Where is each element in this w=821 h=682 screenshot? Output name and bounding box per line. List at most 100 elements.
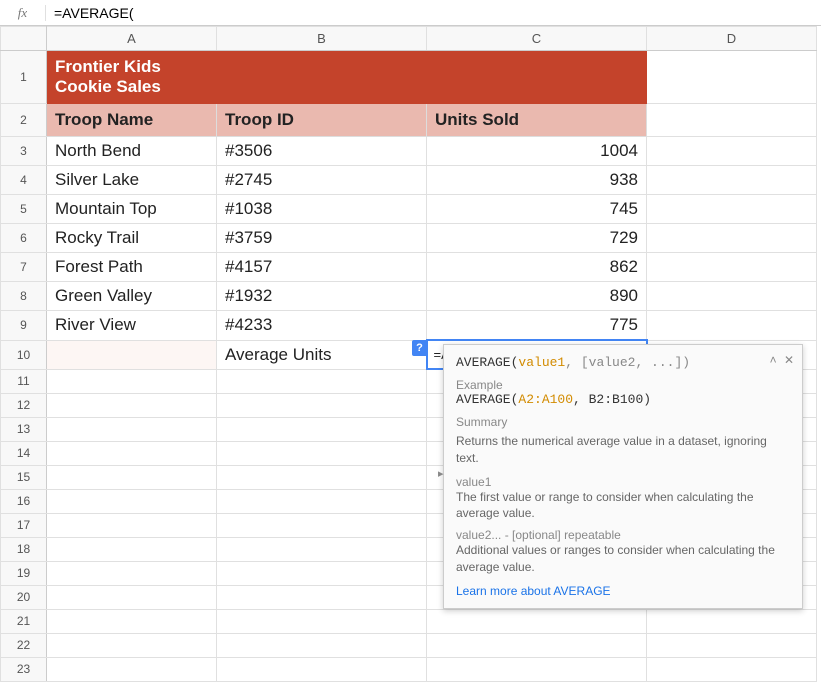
col-header-A[interactable]: A	[47, 27, 217, 51]
tooltip-learn-more-link[interactable]: Learn more about AVERAGE	[456, 584, 790, 598]
cell-D5[interactable]	[647, 195, 817, 224]
row-header-2[interactable]: 2	[1, 104, 47, 137]
row-header-3[interactable]: 3	[1, 137, 47, 166]
row-header-18[interactable]: 18	[1, 537, 47, 561]
formula-input[interactable]	[46, 3, 821, 23]
cell-B19[interactable]	[217, 561, 427, 585]
select-all-corner[interactable]	[1, 27, 47, 51]
header-id[interactable]: Troop ID	[217, 104, 427, 137]
row-header-20[interactable]: 20	[1, 585, 47, 609]
cell-A8[interactable]: Green Valley	[47, 282, 217, 311]
cell-C23[interactable]	[427, 657, 647, 681]
cell-A14[interactable]	[47, 441, 217, 465]
cell-A21[interactable]	[47, 609, 217, 633]
cell-C22[interactable]	[427, 633, 647, 657]
row-header-1[interactable]: 1	[1, 51, 47, 104]
title-cell[interactable]: Frontier Kids Cookie Sales	[47, 51, 217, 104]
cell-B22[interactable]	[217, 633, 427, 657]
row-header-9[interactable]: 9	[1, 311, 47, 341]
cell-C3[interactable]: 1004	[427, 137, 647, 166]
row-header-6[interactable]: 6	[1, 224, 47, 253]
row-header-10[interactable]: 10	[1, 340, 47, 369]
cell-A9[interactable]: River View	[47, 311, 217, 341]
cell-B20[interactable]	[217, 585, 427, 609]
cell-D2[interactable]	[647, 104, 817, 137]
col-header-C[interactable]: C	[427, 27, 647, 51]
row-header-4[interactable]: 4	[1, 166, 47, 195]
row-header-23[interactable]: 23	[1, 657, 47, 681]
cell-C7[interactable]: 862	[427, 253, 647, 282]
row-header-21[interactable]: 21	[1, 609, 47, 633]
cell-D8[interactable]	[647, 282, 817, 311]
row-header-19[interactable]: 19	[1, 561, 47, 585]
cell-A17[interactable]	[47, 513, 217, 537]
row-header-7[interactable]: 7	[1, 253, 47, 282]
cell-B7[interactable]: #4157	[217, 253, 427, 282]
col-header-D[interactable]: D	[647, 27, 817, 51]
cell-B9[interactable]: #4233	[217, 311, 427, 341]
cell-A22[interactable]	[47, 633, 217, 657]
cell-D3[interactable]	[647, 137, 817, 166]
cell-B11[interactable]	[217, 369, 427, 393]
cell-D7[interactable]	[647, 253, 817, 282]
row-header-15[interactable]: 15	[1, 465, 47, 489]
row-header-16[interactable]: 16	[1, 489, 47, 513]
cell-B1[interactable]	[217, 51, 427, 104]
cell-C8[interactable]: 890	[427, 282, 647, 311]
header-name[interactable]: Troop Name	[47, 104, 217, 137]
cell-B5[interactable]: #1038	[217, 195, 427, 224]
cell-D21[interactable]	[647, 609, 817, 633]
row-header-13[interactable]: 13	[1, 417, 47, 441]
cell-A16[interactable]	[47, 489, 217, 513]
row-header-8[interactable]: 8	[1, 282, 47, 311]
cell-B18[interactable]	[217, 537, 427, 561]
cell-D1[interactable]	[647, 51, 817, 104]
cell-A23[interactable]	[47, 657, 217, 681]
header-units[interactable]: Units Sold	[427, 104, 647, 137]
cell-A7[interactable]: Forest Path	[47, 253, 217, 282]
cell-B12[interactable]	[217, 393, 427, 417]
cell-C5[interactable]: 745	[427, 195, 647, 224]
cell-A19[interactable]	[47, 561, 217, 585]
cell-A3[interactable]: North Bend	[47, 137, 217, 166]
cell-B16[interactable]	[217, 489, 427, 513]
cell-A6[interactable]: Rocky Trail	[47, 224, 217, 253]
cell-C21[interactable]	[427, 609, 647, 633]
cell-B17[interactable]	[217, 513, 427, 537]
cell-C9[interactable]: 775	[427, 311, 647, 341]
cell-C4[interactable]: 938	[427, 166, 647, 195]
cell-A5[interactable]: Mountain Top	[47, 195, 217, 224]
cell-D9[interactable]	[647, 311, 817, 341]
cell-A12[interactable]	[47, 393, 217, 417]
cell-C6[interactable]: 729	[427, 224, 647, 253]
cell-A13[interactable]	[47, 417, 217, 441]
formula-help-icon[interactable]: ?	[412, 340, 428, 356]
cell-A15[interactable]	[47, 465, 217, 489]
cell-A10[interactable]	[47, 340, 217, 369]
cell-B14[interactable]	[217, 441, 427, 465]
row-header-17[interactable]: 17	[1, 513, 47, 537]
row-header-22[interactable]: 22	[1, 633, 47, 657]
fx-icon[interactable]: fx	[0, 5, 46, 21]
cell-B13[interactable]	[217, 417, 427, 441]
row-header-12[interactable]: 12	[1, 393, 47, 417]
cell-D22[interactable]	[647, 633, 817, 657]
cell-B8[interactable]: #1932	[217, 282, 427, 311]
cell-C1[interactable]	[427, 51, 647, 104]
cell-D4[interactable]	[647, 166, 817, 195]
cell-D23[interactable]	[647, 657, 817, 681]
cell-B21[interactable]	[217, 609, 427, 633]
row-header-14[interactable]: 14	[1, 441, 47, 465]
cell-B10[interactable]: Average Units	[217, 340, 427, 369]
row-header-5[interactable]: 5	[1, 195, 47, 224]
cell-A4[interactable]: Silver Lake	[47, 166, 217, 195]
cell-A18[interactable]	[47, 537, 217, 561]
cell-B4[interactable]: #2745	[217, 166, 427, 195]
cell-A20[interactable]	[47, 585, 217, 609]
col-header-B[interactable]: B	[217, 27, 427, 51]
cell-D6[interactable]	[647, 224, 817, 253]
cell-B3[interactable]: #3506	[217, 137, 427, 166]
cell-A11[interactable]	[47, 369, 217, 393]
cell-B15[interactable]	[217, 465, 427, 489]
cell-B6[interactable]: #3759	[217, 224, 427, 253]
